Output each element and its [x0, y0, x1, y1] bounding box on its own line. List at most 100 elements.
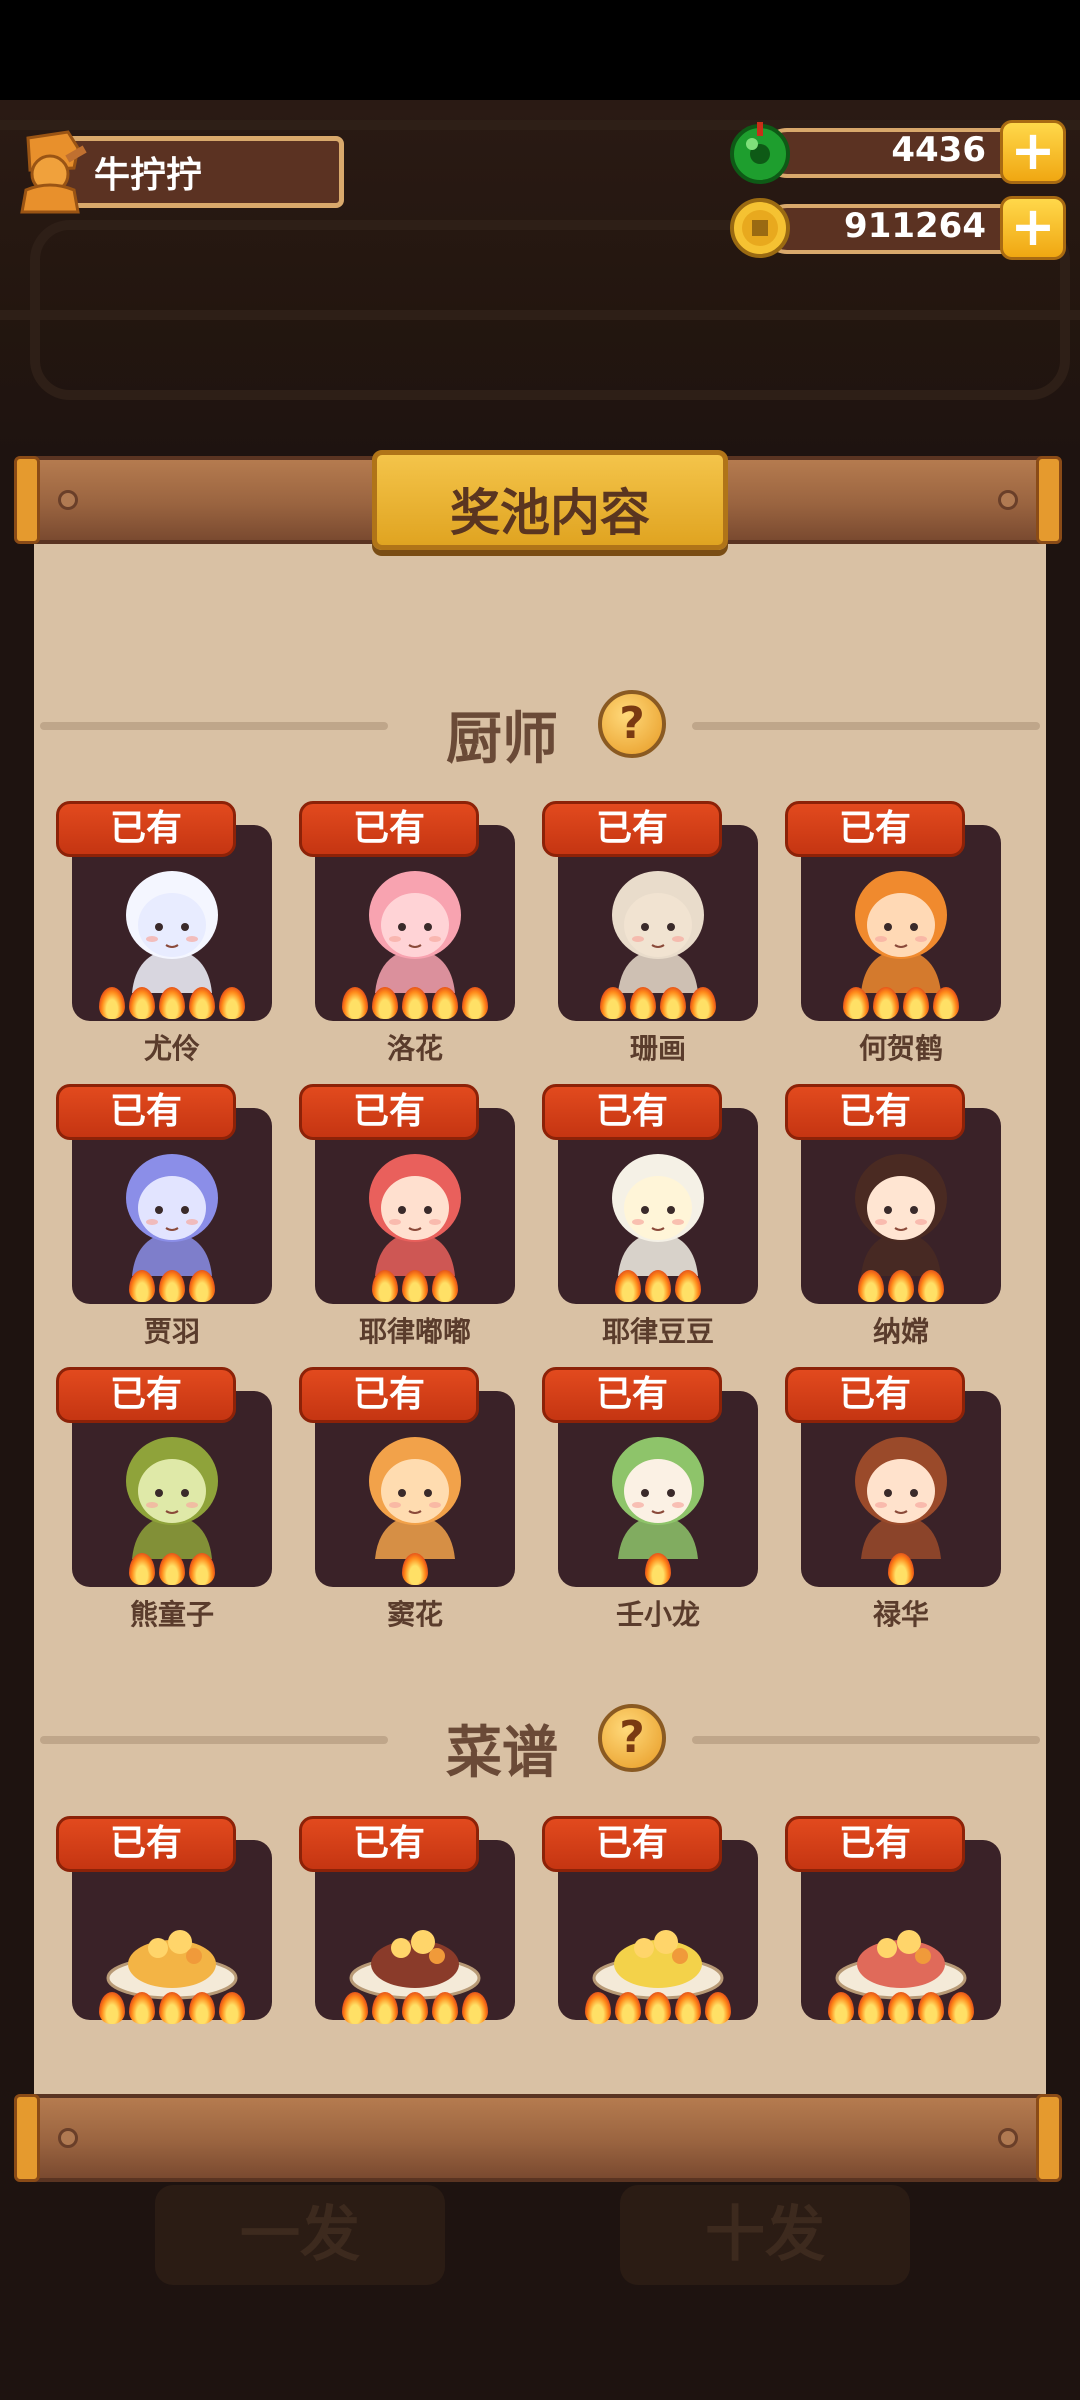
- flame-icon: [189, 1270, 215, 1302]
- owned-badge: 已有: [299, 1084, 479, 1140]
- recipe-card[interactable]: 已有: [542, 1816, 758, 2024]
- star-flames: [315, 1992, 515, 2024]
- flame-icon: [615, 1270, 641, 1302]
- ten-draw-button[interactable]: 十发: [620, 2185, 910, 2285]
- flame-icon: [189, 1992, 215, 2024]
- chef-card[interactable]: 已有禄华: [785, 1367, 1001, 1631]
- flame-icon: [675, 1992, 701, 2024]
- flame-icon: [342, 987, 368, 1019]
- chef-card[interactable]: 已有 珊画: [542, 801, 758, 1065]
- flame-icon: [372, 1992, 398, 2024]
- flame-icon: [129, 1553, 155, 1585]
- star-flames: [801, 1270, 1001, 1302]
- single-draw-button[interactable]: 一发: [155, 2185, 445, 2285]
- chef-card[interactable]: 已有 耶律豆豆: [542, 1084, 758, 1348]
- recipe-card[interactable]: 已有: [299, 1816, 515, 2024]
- chef-card[interactable]: 已有 熊童子: [56, 1367, 272, 1631]
- chef-portrait: [855, 1437, 947, 1559]
- chef-name: 禄华: [872, 1598, 929, 1631]
- flame-icon: [615, 1992, 641, 2024]
- flame-icon: [675, 1270, 701, 1302]
- flame-icon: [402, 1553, 428, 1585]
- flame-icon: [888, 1553, 914, 1585]
- chef-portrait: [126, 1437, 218, 1559]
- star-flames: [72, 1553, 272, 1585]
- chef-card[interactable]: 已有何贺鹤: [785, 801, 1001, 1065]
- chef-card[interactable]: 已有 耶律嘟嘟: [299, 1084, 515, 1348]
- owned-badge: 已有: [299, 1367, 479, 1423]
- flame-icon: [888, 1992, 914, 2024]
- chef-name: 熊童子: [129, 1598, 214, 1631]
- flame-icon: [903, 987, 929, 1019]
- flame-icon: [129, 987, 155, 1019]
- owned-badge: 已有: [785, 1367, 965, 1423]
- bolt-icon: [998, 2128, 1018, 2148]
- recipes-section-header: 菜谱 ?: [40, 1700, 1040, 1786]
- flame-icon: [432, 1270, 458, 1302]
- chef-card[interactable]: 已有 壬小龙: [542, 1367, 758, 1631]
- chef-name: 纳嫦: [872, 1315, 929, 1348]
- chef-card[interactable]: 已有 洛花: [299, 801, 515, 1065]
- flame-icon: [189, 987, 215, 1019]
- chef-name: 窦花: [386, 1598, 443, 1631]
- recipe-card[interactable]: 已有: [785, 1816, 1001, 2024]
- flame-icon: [630, 987, 656, 1019]
- star-flames: [315, 1553, 515, 1585]
- owned-badge: 已有: [785, 801, 965, 857]
- gold-currency: 911264 +: [728, 196, 1066, 260]
- chef-card[interactable]: 已有纳嫦: [785, 1084, 1001, 1348]
- star-flames: [801, 1992, 1001, 2024]
- flame-icon: [873, 987, 899, 1019]
- flame-icon: [645, 1992, 671, 2024]
- star-flames: [72, 1270, 272, 1302]
- flame-icon: [918, 1992, 944, 2024]
- flame-icon: [342, 1992, 368, 2024]
- flame-icon: [918, 1270, 944, 1302]
- chef-name: 珊画: [629, 1032, 686, 1065]
- chef-name: 何贺鹤: [858, 1032, 943, 1065]
- add-gold-button[interactable]: +: [1000, 196, 1066, 260]
- flame-icon: [402, 987, 428, 1019]
- player-name: 牛拧拧: [94, 155, 203, 196]
- star-flames: [72, 987, 272, 1019]
- status-bar-area: [0, 0, 1080, 100]
- flame-icon: [372, 1270, 398, 1302]
- owned-badge: 已有: [785, 1084, 965, 1140]
- chef-card[interactable]: 已有 尤伶: [56, 801, 272, 1065]
- jade-amount: 4436: [891, 130, 986, 170]
- flame-icon: [948, 1992, 974, 2024]
- star-flames: [558, 987, 758, 1019]
- owned-badge: 已有: [56, 1816, 236, 1872]
- recipe-dish-image: [106, 1930, 238, 2000]
- flame-icon: [159, 987, 185, 1019]
- chef-card[interactable]: 已有 贾羽: [56, 1084, 272, 1348]
- recipes-help-icon[interactable]: ?: [598, 1704, 666, 1772]
- panel-title: 奖池内容: [450, 484, 650, 542]
- recipe-dish-image: [592, 1930, 724, 2000]
- owned-badge: 已有: [299, 1816, 479, 1872]
- flame-icon: [828, 1992, 854, 2024]
- recipe-card[interactable]: 已有: [56, 1816, 272, 2024]
- chef-portrait: [369, 1154, 461, 1276]
- jade-coin-icon: [730, 122, 790, 184]
- chef-portrait: [126, 871, 218, 993]
- flame-icon: [159, 1553, 185, 1585]
- flame-icon: [585, 1992, 611, 2024]
- bolt-icon: [998, 490, 1018, 510]
- recipe-dish-image: [349, 1930, 481, 2000]
- star-flames: [558, 1270, 758, 1302]
- player-profile[interactable]: 牛拧拧: [8, 128, 344, 214]
- add-jade-button[interactable]: +: [1000, 120, 1066, 184]
- chef-card[interactable]: 已有窦花: [299, 1367, 515, 1631]
- chefs-help-icon[interactable]: ?: [598, 690, 666, 758]
- flame-icon: [462, 987, 488, 1019]
- star-flames: [801, 1553, 1001, 1585]
- chef-portrait: [369, 1437, 461, 1559]
- bolt-icon: [58, 2128, 78, 2148]
- flame-icon: [219, 1992, 245, 2024]
- chef-name: 洛花: [386, 1032, 443, 1065]
- chef-portrait: [369, 871, 461, 993]
- flame-icon: [600, 987, 626, 1019]
- owned-badge: 已有: [542, 1367, 722, 1423]
- chef-name: 贾羽: [143, 1315, 200, 1348]
